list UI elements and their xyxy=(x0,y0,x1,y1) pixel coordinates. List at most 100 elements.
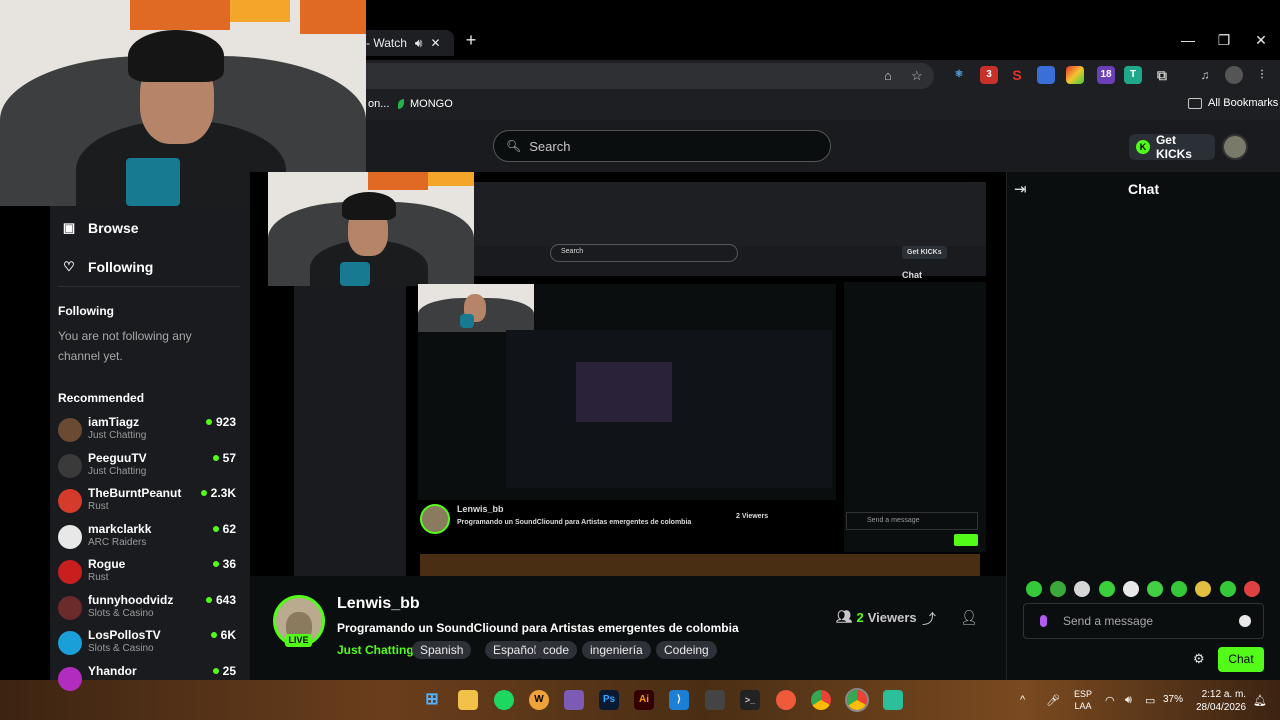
recommended-channel[interactable]: PeeguuTV Just Chatting 57 xyxy=(58,451,238,483)
tray-language[interactable]: ESP LAA xyxy=(1074,688,1092,712)
search-input[interactable]: 🔍︎ Search xyxy=(493,130,831,162)
tab-close-icon[interactable]: ✕ xyxy=(430,36,440,50)
postman-icon[interactable] xyxy=(776,690,796,710)
menu-kebab-icon[interactable]: ⋮ xyxy=(1253,66,1271,84)
tray-clock[interactable]: 2:12 a. m. 28/04/2026 xyxy=(1196,688,1246,714)
bookmark-star-icon[interactable]: ☆ xyxy=(911,68,923,84)
chrome-icon[interactable] xyxy=(811,690,831,710)
translate-icon[interactable]: ⌂ xyxy=(884,68,892,83)
s-extension-icon[interactable]: S xyxy=(1008,66,1026,84)
window-close-button[interactable]: ✕ xyxy=(1251,30,1271,50)
tray-mic-icon[interactable]: 🎤︎ xyxy=(1046,694,1060,707)
viewer-count: 6K xyxy=(210,628,236,642)
speaker-icon[interactable]: 🔊︎ xyxy=(415,36,423,51)
app-w-icon[interactable]: W xyxy=(529,690,549,710)
viewer-number: 36 xyxy=(222,557,236,571)
channel-category: Just Chatting xyxy=(88,465,147,477)
collapse-chat-icon[interactable]: ⇥ xyxy=(1014,180,1027,198)
mic-icon[interactable] xyxy=(1040,615,1047,627)
browser-tab[interactable]: - Watch 🔊︎ ✕ xyxy=(360,30,454,56)
volume-icon[interactable]: 🔊︎ xyxy=(1125,694,1132,707)
webcam-overlay-tiny xyxy=(418,284,534,332)
chat-message-input[interactable]: Send a message xyxy=(1023,603,1264,639)
divider xyxy=(58,286,240,287)
media-control-icon[interactable]: ♫ xyxy=(1196,66,1214,84)
recommended-channel[interactable]: LosPollosTV Slots & Casino 6K xyxy=(58,628,238,660)
emoji-icon[interactable] xyxy=(1239,615,1251,627)
puzzle-icon[interactable]: ⧉ xyxy=(1153,66,1171,84)
get-kicks-button[interactable]: K Get KICKs xyxy=(1129,133,1215,161)
webcam-hair xyxy=(128,30,224,82)
settings-gear-icon[interactable]: ⚙ xyxy=(1193,651,1205,667)
channel-name[interactable]: Lenwis_bb xyxy=(337,595,420,613)
stream-tag[interactable]: ingeniería xyxy=(582,641,651,659)
file-explorer-icon[interactable] xyxy=(458,690,478,710)
vscode-icon[interactable]: ⟩ xyxy=(669,690,689,710)
stream-tag[interactable]: code xyxy=(535,641,578,659)
illustrator-icon[interactable]: Ai xyxy=(634,690,654,710)
bookmark-mongo[interactable]: MONGO xyxy=(398,98,453,110)
all-bookmarks[interactable]: All Bookmarks xyxy=(1188,97,1278,109)
mirror-stream-title: Programando un SoundCliound para Artista… xyxy=(457,519,692,526)
channel-name: markclarkk xyxy=(88,521,152,536)
heart-icon: ♡ xyxy=(63,259,75,274)
follow-user-icon[interactable]: 👤︎ xyxy=(960,609,978,626)
channel-name: PeeguuTV xyxy=(88,450,147,465)
recommended-channel[interactable]: funnyhoodvidz Slots & Casino 643 xyxy=(58,593,238,625)
t-extension-icon[interactable]: T xyxy=(1124,66,1142,84)
send-chat-button[interactable]: Chat xyxy=(1218,647,1264,672)
channel-avatar xyxy=(58,524,82,549)
user-avatar[interactable] xyxy=(1222,134,1248,160)
tray-chevron-icon[interactable]: ^ xyxy=(1020,694,1025,706)
stream-category[interactable]: Just Chatting xyxy=(337,643,414,657)
app-cube-icon[interactable] xyxy=(705,690,725,710)
channel-avatar xyxy=(58,595,82,620)
terminal-icon[interactable]: >_ xyxy=(740,690,760,710)
search-placeholder: Search xyxy=(529,138,571,154)
profile-icon[interactable] xyxy=(1225,66,1243,84)
address-bar[interactable] xyxy=(366,63,934,89)
windows-start-icon[interactable]: ⊞ xyxy=(422,690,442,710)
bookmark-item[interactable]: on... xyxy=(368,98,389,110)
folder-icon xyxy=(1188,97,1202,109)
chrome-active-icon[interactable] xyxy=(845,688,869,712)
emote-icon[interactable] xyxy=(1147,581,1163,597)
mirror-code-editor xyxy=(576,362,672,422)
new-tab-button[interactable]: + xyxy=(462,30,480,50)
extension-count-icon[interactable]: 18 xyxy=(1097,66,1115,84)
battery-icon[interactable]: ▭ xyxy=(1145,694,1155,707)
emote-icon[interactable] xyxy=(1098,581,1115,597)
recommended-channel[interactable]: Yhandor 25 xyxy=(58,664,238,696)
recommended-channel[interactable]: markclarkk ARC Raiders 62 xyxy=(58,522,238,554)
emote-icon[interactable] xyxy=(1026,581,1042,597)
stream-player[interactable]: Search Get KICKs Chat Chat Lenwis_bb Pro… xyxy=(250,172,1006,576)
stream-tag[interactable]: Codeing xyxy=(656,641,717,659)
react-devtools-icon[interactable]: ⚛ xyxy=(950,66,968,84)
photoshop-icon[interactable]: Ps xyxy=(599,690,619,710)
app-green-icon[interactable] xyxy=(883,690,903,710)
recommended-channel[interactable]: iamTiagz Just Chatting 923 xyxy=(58,415,238,447)
nav-browse[interactable]: ▣ Browse xyxy=(62,220,139,236)
viewer-number: 25 xyxy=(222,663,236,678)
spotify-icon[interactable] xyxy=(494,690,514,710)
extension-badge-icon[interactable]: 3 xyxy=(980,66,998,84)
app-icon[interactable] xyxy=(564,690,584,710)
emote-icon[interactable] xyxy=(1243,581,1260,597)
nav-following[interactable]: ♡ Following xyxy=(62,259,153,275)
webcam-painting xyxy=(230,0,290,22)
maximize-button[interactable]: ❐ xyxy=(1214,30,1234,50)
docs-extension-icon[interactable] xyxy=(1037,66,1055,84)
channel-avatar xyxy=(58,489,82,513)
emote-icon[interactable] xyxy=(1219,581,1236,597)
stream-tag[interactable]: Spanish xyxy=(412,641,472,659)
wifi-icon[interactable]: ◠ xyxy=(1105,694,1115,707)
notification-bell-icon[interactable]: 🔔︎ xyxy=(1253,694,1267,707)
color-extension-icon[interactable] xyxy=(1066,66,1084,84)
viewer-number: 923 xyxy=(215,415,236,429)
share-icon[interactable]: ⤴ xyxy=(922,609,936,629)
minimize-button[interactable]: — xyxy=(1178,30,1198,50)
recommended-channel[interactable]: TheBurntPeanut Rust 2.3K xyxy=(58,486,238,518)
emote-icon[interactable] xyxy=(1122,581,1139,597)
webcam-painting xyxy=(428,172,474,186)
recommended-channel[interactable]: Rogue Rust 36 xyxy=(58,557,238,589)
